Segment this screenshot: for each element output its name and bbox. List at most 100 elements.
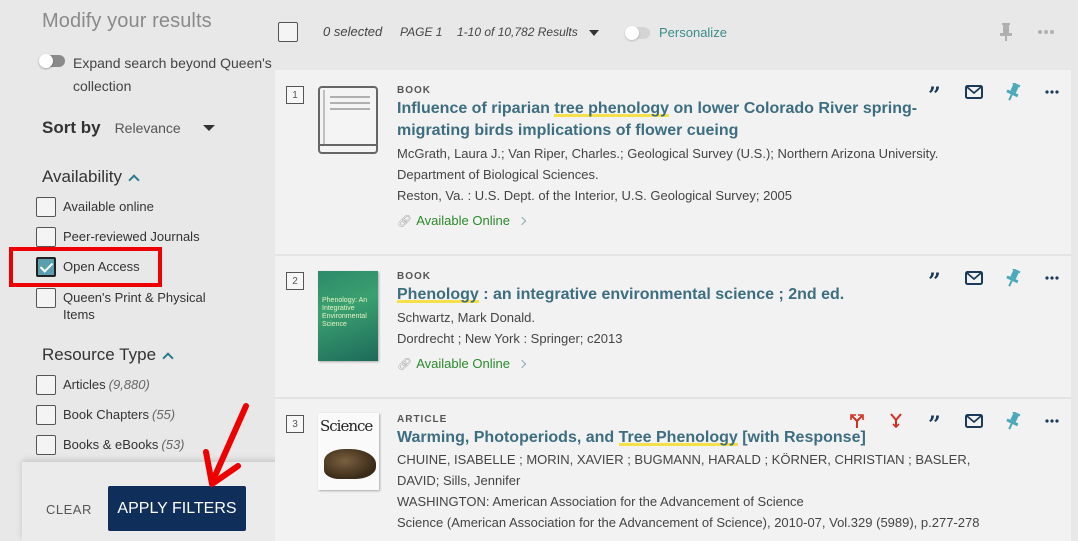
result-type: BOOK [397, 85, 431, 96]
result-item: 1 BOOK Influence of riparian tree phenol… [275, 70, 1071, 256]
title-text: Influence of riparian [397, 100, 555, 117]
chevron-right-icon [517, 216, 527, 225]
pin-icon[interactable] [997, 22, 1015, 42]
facet-item-books-ebooks[interactable]: Books & eBooks (53) [36, 435, 236, 455]
facet-item-label: Available online [63, 199, 154, 214]
result-number: 3 [286, 415, 304, 433]
apply-filters-button[interactable]: APPLY FILTERS [108, 486, 246, 531]
citation-trail-down-icon[interactable] [876, 413, 915, 429]
result-title-link[interactable]: Phenology : an integrative environmental… [397, 284, 937, 306]
cite-quote-icon[interactable]: ” [915, 84, 954, 107]
results-range: 1-10 of 10,782 Results [457, 25, 578, 39]
facet-count: (9,880) [108, 377, 150, 392]
cite-quote-icon[interactable]: ” [915, 270, 954, 293]
checkbox[interactable] [36, 405, 56, 425]
facet-item-print-physical[interactable]: Queen's Print & Physical Items [36, 288, 236, 323]
selected-count: 0 selected [323, 24, 383, 39]
facet-item-available-online[interactable]: Available online [36, 197, 236, 217]
cite-quote-icon[interactable]: ” [915, 413, 954, 436]
link-icon: 🔗︎ [397, 356, 413, 371]
clear-filters-button[interactable]: CLEAR [46, 502, 92, 517]
facet-count: (55) [152, 407, 176, 422]
result-actions: ” [915, 83, 1071, 107]
result-authors: Schwartz, Mark Donald. [397, 310, 535, 325]
title-highlight: Phenology [397, 286, 479, 303]
result-publisher: Dordrecht ; New York : Springer; c2013 [397, 331, 623, 346]
email-icon[interactable] [954, 413, 993, 429]
facet-item-book-chapters[interactable]: Book Chapters (55) [36, 405, 236, 425]
select-all-checkbox[interactable] [278, 22, 298, 42]
pin-icon[interactable] [993, 269, 1032, 287]
availability-link[interactable]: 🔗︎ Available Online [397, 356, 527, 371]
result-number: 2 [286, 272, 304, 290]
title-text: : an integrative environmental science ;… [478, 286, 845, 303]
facet-item-label: Articles (9,880) [63, 375, 150, 393]
result-source: Science (American Association for the Ad… [397, 515, 980, 530]
chevron-up-icon [128, 173, 140, 186]
pin-icon[interactable] [993, 83, 1032, 101]
cover-title: Phenology: An Integrative Environmental … [322, 297, 368, 328]
result-title-link[interactable]: Influence of riparian tree phenology on … [397, 98, 937, 142]
checkbox[interactable] [36, 227, 56, 247]
results-toolbar: 0 selected PAGE 1 1-10 of 10,782 Results… [275, 0, 1078, 68]
sort-by: Sort by Relevance [42, 118, 215, 138]
result-publisher: WASHINGTON: American Association for the… [397, 494, 804, 509]
email-icon[interactable] [954, 84, 993, 100]
more-options-icon[interactable] [1036, 22, 1056, 42]
personalize-toggle[interactable] [625, 26, 650, 40]
facet-item-label: Peer-reviewed Journals [63, 229, 200, 244]
sort-by-label: Sort by [42, 118, 101, 137]
checkbox[interactable] [36, 288, 56, 308]
page-indicator: PAGE 1 [400, 25, 443, 39]
facet-availability-header[interactable]: Availability [42, 167, 140, 187]
title-highlight: tree phenology [554, 100, 670, 117]
more-options-icon[interactable] [1032, 413, 1071, 429]
sort-value: Relevance [114, 120, 181, 136]
result-item: 3 Science ARTICLE Warming, Photoperiods,… [275, 399, 1071, 541]
checkbox[interactable] [36, 435, 56, 455]
facet-resource-type-header[interactable]: Resource Type [42, 345, 174, 365]
personalize-label[interactable]: Personalize [659, 25, 727, 40]
expand-search-toggle[interactable] [39, 54, 65, 68]
availability-text: Available Online [416, 356, 510, 371]
availability-text: Available Online [416, 213, 510, 228]
results-list: 1 BOOK Influence of riparian tree phenol… [275, 70, 1071, 541]
science-journal-cover[interactable]: Science [318, 413, 379, 490]
citation-trail-up-icon[interactable] [837, 413, 876, 429]
facet-title: Resource Type [42, 345, 157, 364]
more-options-icon[interactable] [1032, 270, 1071, 286]
checkbox[interactable] [36, 197, 56, 217]
availability-link[interactable]: 🔗︎ Available Online [397, 213, 527, 228]
result-authors: CHUINE, ISABELLE ; MORIN, XAVIER ; BUGMA… [397, 452, 971, 488]
email-icon[interactable] [954, 270, 993, 286]
facet-item-label: Books & eBooks (53) [63, 435, 185, 453]
facet-item-label: Book Chapters (55) [63, 405, 175, 423]
title-text: Warming, Photoperiods, and [397, 429, 619, 446]
result-type: ARTICLE [397, 414, 448, 425]
facet-title: Availability [42, 167, 123, 186]
result-actions: ” [915, 269, 1071, 293]
annotation-highlight-box [9, 247, 162, 287]
phenology-book-cover[interactable]: Phenology: An Integrative Environmental … [318, 271, 378, 361]
checkbox[interactable] [36, 375, 56, 395]
result-title-link[interactable]: Warming, Photoperiods, and Tree Phenolog… [397, 427, 937, 449]
result-number: 1 [286, 86, 304, 104]
sort-dropdown[interactable]: Relevance [115, 120, 215, 136]
chevron-up-icon [162, 351, 174, 364]
title-highlight: Tree Phenology [618, 429, 738, 446]
facet-item-peer-reviewed[interactable]: Peer-reviewed Journals [36, 227, 236, 247]
generic-book-icon[interactable] [318, 86, 378, 156]
more-options-icon[interactable] [1032, 84, 1071, 100]
facet-item-text: Articles [63, 377, 106, 392]
title-text: [with Response] [737, 429, 866, 446]
pin-icon[interactable] [993, 412, 1032, 430]
result-item: 2 Phenology: An Integrative Environmenta… [275, 256, 1071, 399]
link-icon: 🔗︎ [397, 213, 413, 228]
result-authors: McGrath, Laura J.; Van Riper, Charles.; … [397, 146, 939, 182]
facet-item-articles[interactable]: Articles (9,880) [36, 375, 236, 395]
result-actions: ” [837, 412, 1071, 436]
expand-search-label: Expand search beyond Queen's collection [73, 55, 272, 94]
scrollbar-track[interactable] [1071, 70, 1078, 541]
beetle-image [324, 449, 376, 479]
results-range-dropdown-icon[interactable] [589, 30, 599, 36]
